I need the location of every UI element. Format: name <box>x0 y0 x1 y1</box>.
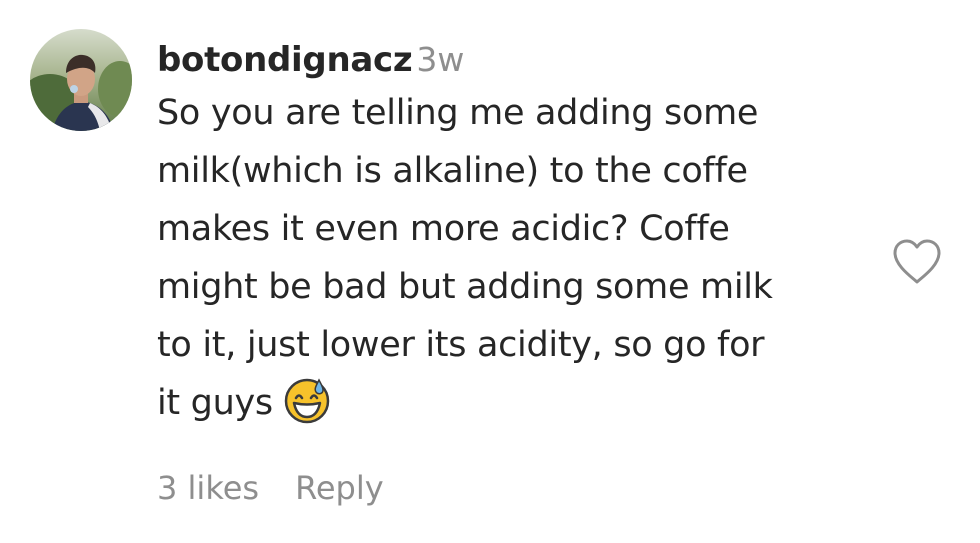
heart-outline-icon[interactable] <box>891 238 943 286</box>
reply-button[interactable]: Reply <box>295 469 384 507</box>
comment-text-line: milk(which is alkaline) to the coffe <box>157 151 748 191</box>
comment-timestamp[interactable]: 3w <box>416 40 464 79</box>
comment-header: botondignacz 3w <box>157 36 877 84</box>
comment-meta: 3 likes Reply <box>157 466 384 510</box>
comment-text-line: to it, just lower its acidity, so go for <box>157 325 765 365</box>
comment-text-line: might be bad but adding some milk <box>157 267 773 307</box>
likes-count[interactable]: 3 likes <box>157 469 259 507</box>
comment-text-line: makes it even more acidic? Coffe <box>157 209 730 249</box>
grinning-face-with-sweat-emoji <box>283 376 331 424</box>
comment-item: botondignacz 3w So you are telling me add… <box>0 0 980 543</box>
username-link[interactable]: botondignacz <box>157 40 413 80</box>
avatar-image <box>30 29 132 131</box>
comment-text-last-line: it guys <box>157 374 877 432</box>
comment-body: botondignacz 3w So you are telling me add… <box>157 36 877 432</box>
comment-text-line: it guys <box>157 383 273 423</box>
avatar[interactable] <box>30 29 132 131</box>
comment-text-line: So you are telling me adding some <box>157 93 759 133</box>
